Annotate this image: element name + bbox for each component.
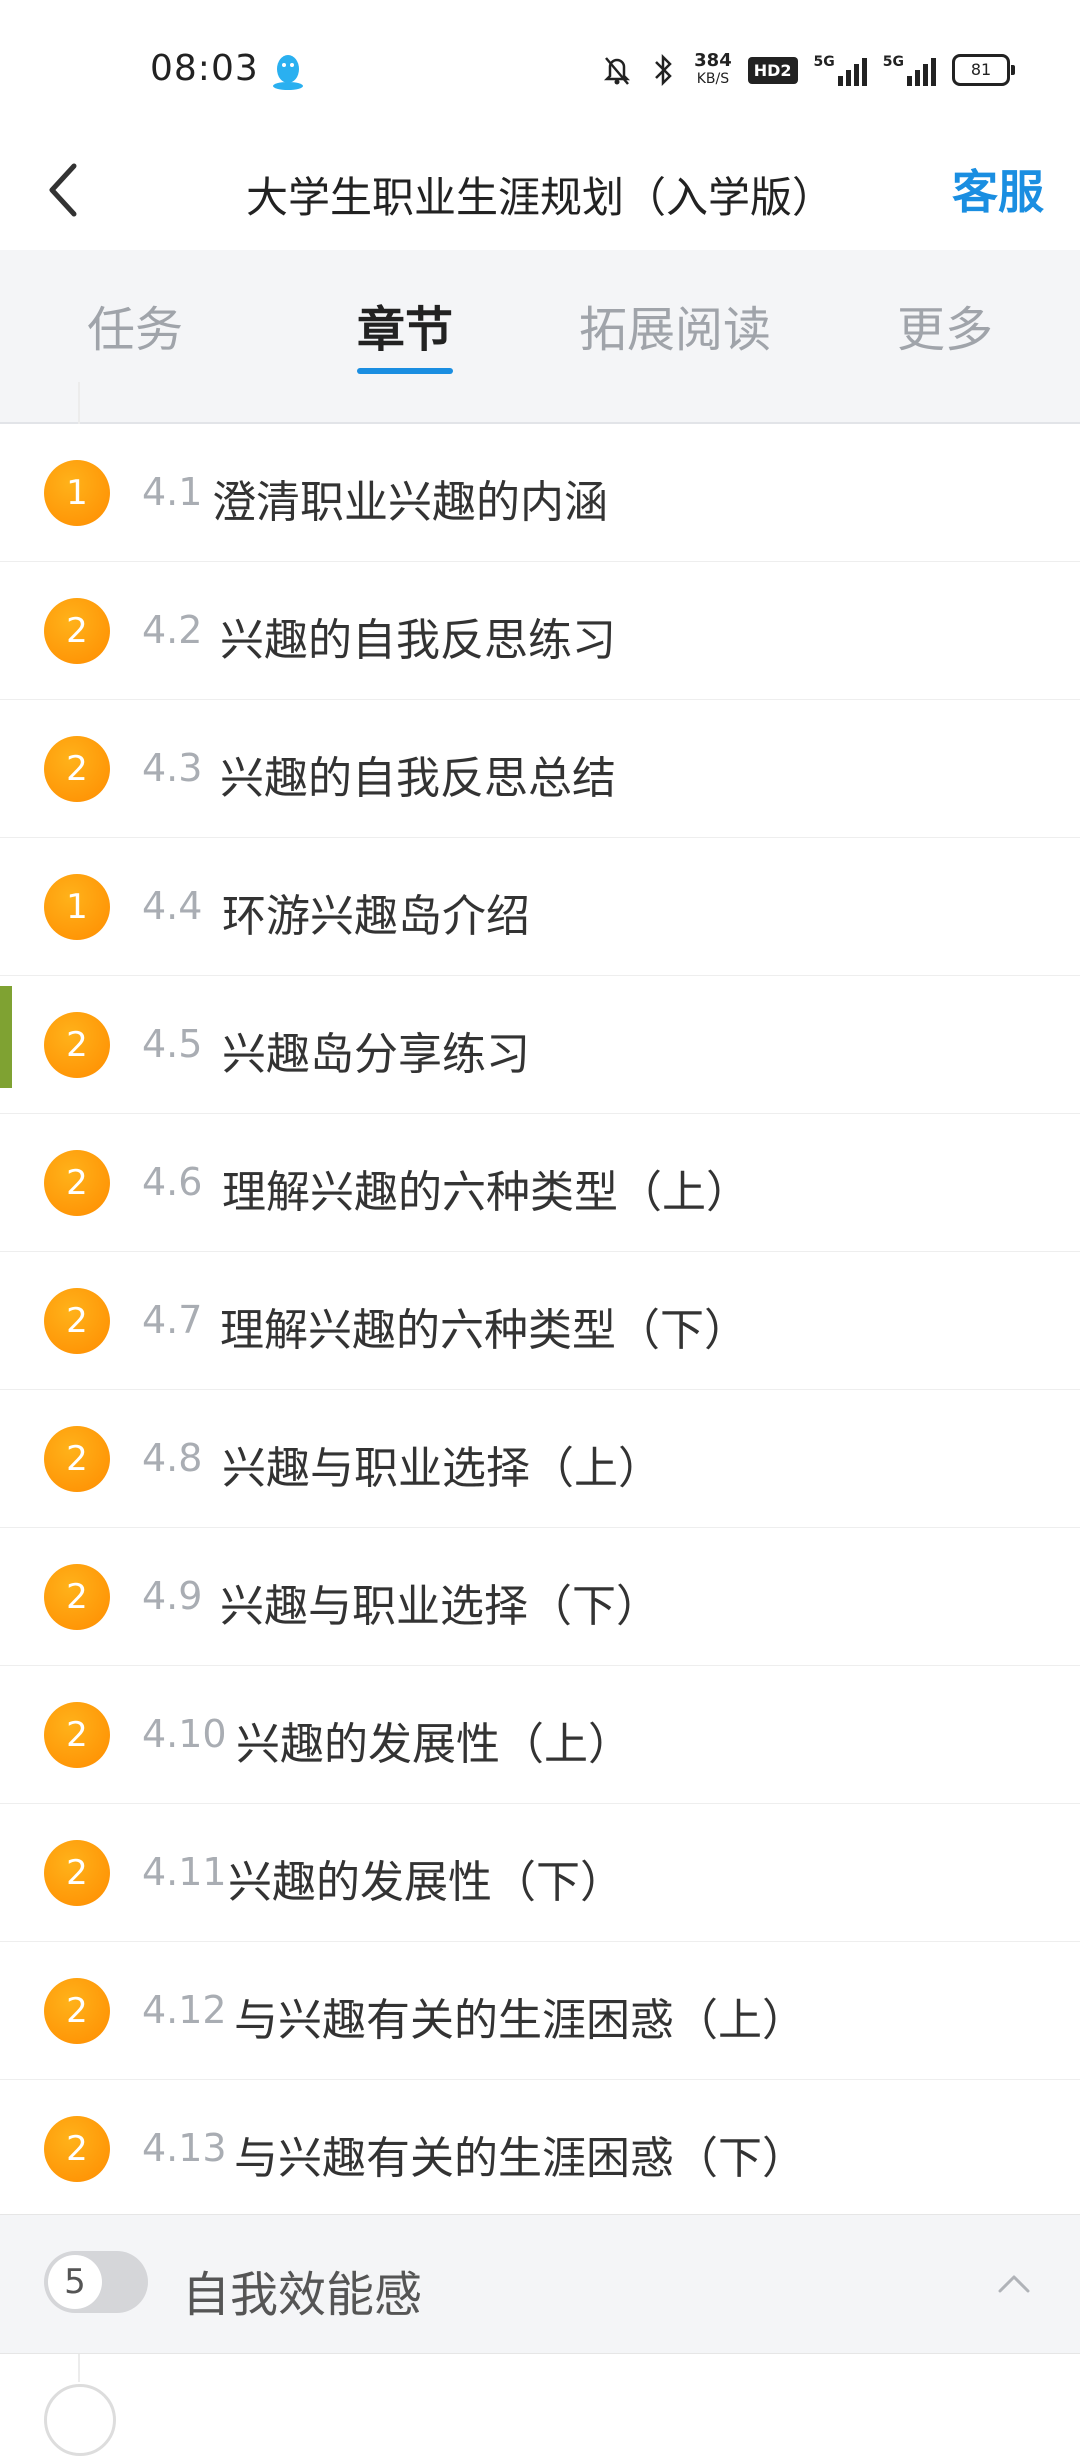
- lesson-title: 与兴趣有关的生涯困惑（上）: [234, 1995, 806, 2046]
- lesson-item[interactable]: 2 4.10 兴趣的发展性（上）: [0, 1666, 1080, 1804]
- lesson-number: 4.3: [142, 746, 203, 790]
- lesson-item[interactable]: 2 4.7 理解兴趣的六种类型（下）: [0, 1252, 1080, 1390]
- status-bar: 08:03 384 KB/S HD2 5G 5G 81: [0, 0, 1080, 130]
- lesson-number: 4.9: [142, 1574, 203, 1618]
- tab-label: 拓展阅读: [578, 302, 771, 358]
- speed-unit: KB/S: [696, 71, 730, 87]
- lesson-title: 兴趣的自我反思练习: [220, 615, 616, 666]
- speed-value: 384: [694, 50, 732, 71]
- lesson-title: 兴趣与职业选择（下）: [220, 1581, 660, 1632]
- sim1-label: 5G: [813, 54, 835, 70]
- lesson-title: 兴趣的发展性（下）: [228, 1857, 624, 1908]
- lesson-title: 兴趣的自我反思总结: [220, 753, 616, 804]
- app-header: 大学生职业生涯规划（入学版） 客服: [0, 130, 1080, 251]
- status-time: 08:03: [150, 48, 259, 89]
- lesson-item[interactable]: 1 4.1 澄清职业兴趣的内涵: [0, 424, 1080, 562]
- lesson-title: 兴趣与职业选择（上）: [222, 1443, 662, 1494]
- lesson-badge: 2: [44, 1702, 110, 1768]
- chapter-number: 5: [48, 2255, 102, 2309]
- chapter-section-header[interactable]: 5 自我效能感: [0, 2214, 1080, 2354]
- active-tab-indicator: [357, 368, 453, 374]
- lesson-number: 4.6: [142, 1160, 203, 1204]
- page-title: 大学生职业生涯规划（入学版）: [245, 173, 834, 222]
- lesson-number: 4.5: [142, 1022, 203, 1066]
- lesson-number: 4.4: [142, 884, 203, 928]
- hd-voice-badge: HD2: [747, 56, 798, 84]
- tab-chapters[interactable]: 章节: [270, 250, 540, 382]
- current-lesson-marker: [0, 986, 12, 1088]
- lesson-number: 4.2: [142, 608, 203, 652]
- tab-label: 章节: [356, 302, 453, 358]
- lesson-item[interactable]: 2 4.11 兴趣的发展性（下）: [0, 1804, 1080, 1942]
- lesson-number: 4.1: [142, 470, 203, 514]
- section-divider: [0, 382, 1080, 424]
- lesson-title: 理解兴趣的六种类型（下）: [220, 1305, 748, 1356]
- lesson-badge: 2: [44, 1012, 110, 1078]
- tab-more[interactable]: 更多: [810, 250, 1080, 382]
- sim2-label: 5G: [882, 54, 904, 70]
- lesson-number: 4.7: [142, 1298, 203, 1342]
- lesson-list: 1 4.1 澄清职业兴趣的内涵 2 4.2 兴趣的自我反思练习 2 4.3 兴趣…: [0, 424, 1080, 2218]
- lesson-badge: 1: [44, 874, 110, 940]
- tab-label: 任务: [86, 302, 183, 358]
- lesson-number: 4.12: [142, 1988, 227, 2032]
- lesson-item[interactable]: 2 4.9 兴趣与职业选择（下）: [0, 1528, 1080, 1666]
- lesson-title: 理解兴趣的六种类型（上）: [222, 1167, 750, 1218]
- lesson-item[interactable]: 2 4.6 理解兴趣的六种类型（上）: [0, 1114, 1080, 1252]
- lesson-item[interactable]: 2 4.13 与兴趣有关的生涯困惑（下）: [0, 2080, 1080, 2218]
- tab-label: 更多: [896, 302, 993, 358]
- lesson-item-current[interactable]: 2 4.5 兴趣岛分享练习: [0, 976, 1080, 1114]
- tab-bar: 任务 章节 拓展阅读 更多: [0, 250, 1080, 382]
- chapter-toggle[interactable]: 5: [44, 2251, 148, 2313]
- lesson-badge: 2: [44, 2116, 110, 2182]
- signal-sim1-icon: 5G: [814, 54, 867, 86]
- lesson-title: 兴趣岛分享练习: [222, 1029, 530, 1080]
- lesson-badge: 2: [44, 1150, 110, 1216]
- lesson-badge: 1: [44, 460, 110, 526]
- customer-service-button[interactable]: 客服: [952, 156, 1044, 222]
- lesson-badge: 2: [44, 598, 110, 664]
- chapter-title: 自我效能感: [182, 2267, 423, 2323]
- network-speed: 384 KB/S: [694, 52, 732, 88]
- lesson-item[interactable]: 2 4.8 兴趣与职业选择（上）: [0, 1390, 1080, 1528]
- lesson-item[interactable]: 1 4.4 环游兴趣岛介绍: [0, 838, 1080, 976]
- lesson-badge: 2: [44, 1426, 110, 1492]
- lesson-item[interactable]: 2 4.3 兴趣的自我反思总结: [0, 700, 1080, 838]
- lesson-badge: 2: [44, 736, 110, 802]
- lesson-number: 4.8: [142, 1436, 203, 1480]
- lesson-badge: 2: [44, 1288, 110, 1354]
- lesson-title: 与兴趣有关的生涯困惑（下）: [234, 2133, 806, 2184]
- status-icons: 384 KB/S HD2 5G 5G 81: [602, 48, 1015, 92]
- next-item-badge-partial: [44, 2384, 116, 2456]
- bluetooth-icon: [655, 53, 672, 87]
- lesson-item[interactable]: 2 4.2 兴趣的自我反思练习: [0, 562, 1080, 700]
- chevron-up-icon[interactable]: [992, 2261, 1036, 2305]
- battery-icon: 81: [952, 54, 1015, 86]
- lesson-title: 澄清职业兴趣的内涵: [212, 477, 608, 528]
- lesson-title: 环游兴趣岛介绍: [222, 891, 530, 942]
- qq-icon: [273, 55, 303, 90]
- tab-extended-reading[interactable]: 拓展阅读: [540, 250, 810, 382]
- tab-tasks[interactable]: 任务: [0, 250, 270, 382]
- lesson-badge: 2: [44, 1564, 110, 1630]
- lesson-number: 4.13: [142, 2126, 227, 2170]
- signal-sim2-icon: 5G: [883, 54, 936, 86]
- lesson-item[interactable]: 2 4.12 与兴趣有关的生涯困惑（上）: [0, 1942, 1080, 2080]
- lesson-badge: 2: [44, 1978, 110, 2044]
- bell-muted-icon: [604, 57, 631, 85]
- lesson-number: 4.10: [142, 1712, 227, 1756]
- lesson-title: 兴趣的发展性（上）: [236, 1719, 632, 1770]
- lesson-number: 4.11: [142, 1850, 227, 1894]
- lesson-badge: 2: [44, 1840, 110, 1906]
